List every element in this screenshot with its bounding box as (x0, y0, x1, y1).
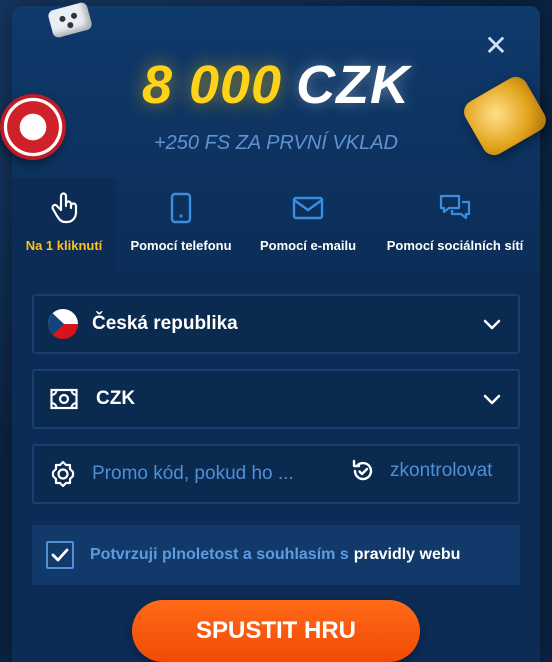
terms-text: Potvrzuji plnoletost a souhlasím s (90, 546, 349, 563)
chat-bubbles-icon (439, 194, 471, 220)
chevron-down-icon (483, 394, 501, 405)
promo-code-field: zkontrolovat (32, 444, 520, 504)
bonus-value: 8 000 (141, 55, 283, 115)
bonus-amount: 8 000 CZK (12, 54, 540, 116)
check-promo-button[interactable]: zkontrolovat (350, 458, 492, 484)
registration-tabs: Na 1 kliknutí Pomocí telefonu Pomocí e-m… (12, 178, 540, 272)
country-value: Česká republika (92, 313, 238, 334)
currency-value: CZK (96, 388, 136, 409)
tab-one-click[interactable]: Na 1 kliknutí (12, 178, 116, 272)
checkmark-icon (51, 548, 69, 562)
terms-link[interactable]: pravidly webu (354, 546, 461, 564)
gear-icon (51, 460, 75, 488)
tab-label: Pomocí e-mailu (259, 238, 357, 253)
tab-phone[interactable]: Pomocí telefonu (116, 178, 246, 272)
terms-checkbox[interactable] (46, 541, 74, 569)
tab-email[interactable]: Pomocí e-mailu (246, 178, 370, 272)
start-game-button[interactable]: SPUSTIT HRU (132, 600, 420, 662)
terms-row: Potvrzuji plnoletost a souhlasím s pravi… (32, 525, 520, 585)
promo-code-input[interactable] (92, 463, 322, 485)
hand-pointer-icon (51, 192, 78, 224)
dice-decoration (47, 1, 93, 39)
banknote-icon (50, 388, 78, 410)
tab-label: Pomocí sociálních sítí (386, 238, 524, 253)
tab-label: Pomocí telefonu (130, 238, 232, 253)
registration-modal: ✕ 8 000 CZK +250 FS ZA PRVNÍ VKLAD Na 1 k… (0, 1, 551, 662)
czech-flag-icon (48, 309, 78, 339)
registration-form: Česká republika CZK Promo kód, pokud ho … (12, 272, 540, 662)
chevron-down-icon (483, 319, 501, 330)
phone-icon (170, 192, 192, 224)
tab-label: Na 1 kliknutí (25, 238, 103, 253)
check-promo-label: zkontrolovat (390, 460, 493, 481)
currency-select[interactable]: CZK (32, 369, 520, 429)
refresh-check-icon (352, 459, 373, 481)
tab-social[interactable]: Pomocí sociálních sítí (370, 178, 540, 272)
bonus-currency: CZK (296, 55, 411, 115)
envelope-icon (292, 196, 324, 220)
free-spins-text: +250 FS ZA PRVNÍ VKLAD (154, 132, 398, 154)
country-select[interactable]: Česká republika (32, 294, 520, 354)
